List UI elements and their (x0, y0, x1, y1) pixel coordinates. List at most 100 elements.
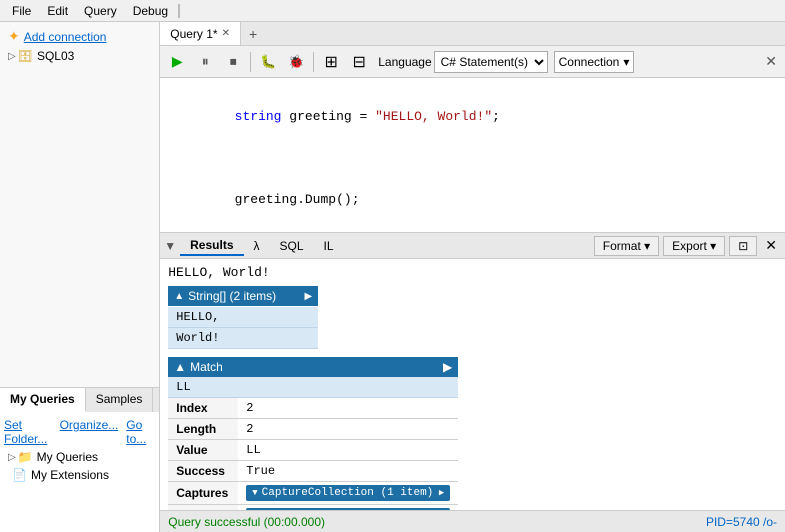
length-value: 2 (238, 419, 458, 440)
maximize-button[interactable]: ⊡ (729, 236, 757, 256)
table-row: Success True (168, 461, 458, 482)
pause-button[interactable]: ⏸ (192, 50, 218, 74)
value-label: Value (168, 440, 238, 461)
query-tab-bar: Query 1* ✕ + (160, 22, 785, 46)
string-array-items: HELLO, World! (168, 307, 318, 349)
query-tab-1[interactable]: Query 1* ✕ (160, 22, 241, 45)
menu-file[interactable]: File (4, 2, 39, 20)
captures-value: ▼ CaptureCollection (1 item) ▶ (238, 482, 458, 505)
table-row: Index 2 (168, 398, 458, 419)
captures-label-text: CaptureCollection (1 item) (262, 487, 434, 499)
results-tab-bar: ▼ Results λ SQL IL Format ▾ Export ▾ ⊡ ✕ (160, 233, 785, 259)
results-collapse-icon[interactable]: ▼ (164, 239, 176, 253)
run-button[interactable]: ▶ (164, 50, 190, 74)
match-arrow: ▲ (174, 360, 186, 374)
tab-samples[interactable]: Samples (86, 388, 154, 412)
results-actions: Format ▾ Export ▾ ⊡ ✕ (594, 236, 781, 256)
status-bar: Query successful (00:00.000) PID=5740 /o… (160, 510, 785, 532)
table-row: Length 2 (168, 419, 458, 440)
right-panel: Query 1* ✕ + ▶ ⏸ ⏹ 🐛 🐞 ⊞ ⊟ Language C# S… (160, 22, 785, 532)
results-content: HELLO, World! ▲ String[] (2 items) ▶ HEL… (160, 259, 785, 510)
add-connection-item[interactable]: ✦ Add connection (4, 26, 155, 47)
debug-button-1[interactable]: 🐛 (255, 50, 281, 74)
menu-debug[interactable]: Debug (125, 2, 176, 20)
extensions-icon: 📄 (12, 468, 27, 482)
captures-arrow: ▼ (252, 488, 257, 498)
string-item-1: World! (168, 328, 318, 349)
left-tab-bar: My Queries Samples (0, 388, 159, 412)
tb-sep-2 (313, 52, 314, 72)
language-dropdown[interactable]: C# Statement(s) (434, 51, 548, 73)
table-row: Captures ▼ CaptureCollection (1 item) ▶ (168, 482, 458, 505)
match-arrow-right: ▶ (443, 360, 452, 374)
left-bottom-content: Set Folder... Organize... Go to... ▷ 📁 M… (0, 412, 159, 532)
main-container: ✦ Add connection ▷ 🗄 SQL03 My Queries Sa… (0, 22, 785, 532)
match-label: Match (190, 360, 223, 374)
export-button[interactable]: Export ▾ (663, 236, 725, 256)
results-close-button[interactable]: ✕ (761, 237, 781, 254)
code-line-1: string greeting = "HELLO, World!"; (172, 86, 773, 148)
my-extensions-label: My Extensions (31, 468, 109, 482)
captures-label: Captures (168, 482, 238, 505)
code-line-3: greeting.Dump(); (172, 169, 773, 231)
value-value: LL (238, 440, 458, 461)
connection-button[interactable]: Connection ▾ (554, 51, 635, 73)
new-tab-button[interactable]: + (241, 24, 265, 44)
sql03-label: SQL03 (37, 49, 74, 63)
debug-button-2[interactable]: 🐞 (283, 50, 309, 74)
connection-dropdown-icon: ▾ (623, 55, 629, 69)
toolbar: ▶ ⏸ ⏹ 🐛 🐞 ⊞ ⊟ Language C# Statement(s) C… (160, 46, 785, 78)
db-icon: 🗄 (18, 49, 33, 63)
results-tab-il[interactable]: IL (314, 237, 344, 255)
results-tab-lambda[interactable]: λ (244, 237, 270, 255)
menu-query[interactable]: Query (76, 2, 125, 20)
expand-icon: ▷ (8, 51, 16, 62)
menu-bar: File Edit Query Debug (0, 0, 785, 22)
table-row: Value LL (168, 440, 458, 461)
string-item-0: HELLO, (168, 307, 318, 328)
toolbar-close-button[interactable]: ✕ (761, 53, 781, 70)
code-editor[interactable]: string greeting = "HELLO, World!"; greet… (160, 78, 785, 233)
index-value: 2 (238, 398, 458, 419)
grid-button-2[interactable]: ⊟ (346, 50, 372, 74)
tab-my-queries[interactable]: My Queries (0, 388, 86, 412)
string-array-arrow: ▲ (174, 291, 184, 302)
status-text: Query successful (00:00.000) (168, 515, 706, 529)
add-connection-label[interactable]: Add connection (24, 30, 107, 44)
captures-arrow-right: ▶ (439, 488, 444, 498)
stop-button[interactable]: ⏹ (220, 50, 246, 74)
left-panel: ✦ Add connection ▷ 🗄 SQL03 My Queries Sa… (0, 22, 160, 532)
left-bottom: My Queries Samples Set Folder... Organiz… (0, 387, 159, 532)
results-tab-results[interactable]: Results (180, 236, 243, 256)
success-value: True (238, 461, 458, 482)
star-icon: ✦ (8, 28, 20, 45)
go-to-link[interactable]: Go to... (126, 418, 155, 446)
match-container: ▲ Match ▶ LL Index 2 Length 2 (168, 357, 458, 510)
index-label: Index (168, 398, 238, 419)
folder-expand-icon: ▷ (8, 452, 16, 463)
my-queries-folder[interactable]: ▷ 📁 My Queries (4, 448, 155, 466)
connection-label: Connection (559, 55, 620, 69)
string-array-label: String[] (2 items) (188, 289, 276, 303)
match-value: LL (168, 377, 458, 398)
match-table: Index 2 Length 2 Value LL Success (168, 398, 458, 510)
match-header[interactable]: ▲ Match ▶ (168, 357, 458, 377)
grid-button-1[interactable]: ⊞ (318, 50, 344, 74)
plain-result: HELLO, World! (168, 263, 777, 286)
menu-separator (178, 4, 180, 18)
sql03-item[interactable]: ▷ 🗄 SQL03 (4, 47, 155, 65)
tb-sep-1 (250, 52, 251, 72)
set-folder-link[interactable]: Set Folder... (4, 418, 52, 446)
status-right: PID=5740 /o- (706, 515, 777, 529)
format-button[interactable]: Format ▾ (594, 236, 659, 256)
folder-icon: 📁 (18, 450, 33, 464)
string-array-container: ▲ String[] (2 items) ▶ HELLO, World! (168, 286, 318, 349)
string-array-header[interactable]: ▲ String[] (2 items) ▶ (168, 286, 318, 306)
results-tab-sql[interactable]: SQL (270, 237, 314, 255)
my-extensions-item[interactable]: 📄 My Extensions (4, 466, 155, 484)
captures-expand[interactable]: ▼ CaptureCollection (1 item) ▶ (246, 485, 450, 501)
organize-link[interactable]: Organize... (60, 418, 119, 446)
query-tab-1-close[interactable]: ✕ (222, 28, 230, 39)
menu-edit[interactable]: Edit (39, 2, 76, 20)
query-tab-1-label: Query 1* (170, 27, 217, 41)
